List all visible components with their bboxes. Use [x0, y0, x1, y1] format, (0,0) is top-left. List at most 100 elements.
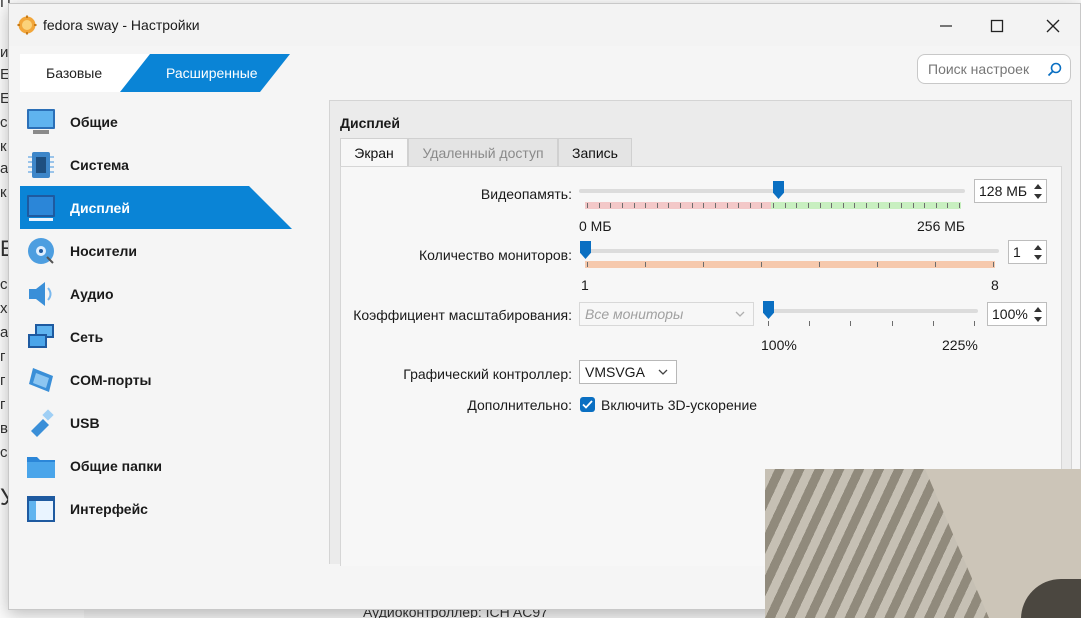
sidebar-item-interface[interactable]: Интерфейс — [20, 487, 292, 530]
video-memory-tick — [761, 203, 763, 208]
settings-search — [917, 54, 1071, 84]
sidebar-item-shared-folders[interactable]: Общие папки — [20, 444, 292, 487]
scale-factor-max-label: 225% — [942, 337, 978, 353]
enable-3d-checkbox[interactable] — [580, 397, 595, 412]
spin-arrows[interactable] — [1031, 242, 1045, 262]
video-memory-tick — [866, 203, 867, 208]
minimize-button[interactable] — [926, 12, 966, 40]
chevron-up-icon — [1034, 244, 1042, 250]
scale-factor-min-label: 100% — [761, 337, 797, 353]
sidebar-item-system[interactable]: Система — [20, 143, 292, 186]
scale-factor-value: 100% — [992, 306, 1028, 322]
sidebar-item-label: Дисплей — [70, 199, 130, 216]
monitors-tick — [587, 262, 588, 267]
video-memory-tick — [587, 203, 588, 208]
video-memory-tick — [668, 203, 670, 208]
sidebar-item-label: Интерфейс — [70, 500, 148, 517]
video-memory-tick — [726, 203, 728, 208]
video-memory-tick — [749, 203, 751, 208]
scale-factor-slider-handle[interactable] — [763, 301, 774, 319]
monitors-slider[interactable] — [585, 249, 999, 253]
monitors-max-label: 8 — [991, 277, 999, 293]
mode-switch: Базовые Расширенные — [20, 54, 290, 92]
video-memory-slider[interactable] — [579, 189, 965, 193]
sidebar-item-com-ports[interactable]: COM-порты — [20, 358, 292, 401]
video-memory-value: 128 МБ — [979, 183, 1028, 199]
video-memory-tick — [598, 203, 600, 208]
video-memory-tick — [680, 203, 681, 208]
titlebar: fedora sway - Настройки — [9, 4, 1080, 46]
monitors-tick — [935, 262, 936, 267]
window-title: fedora sway - Настройки — [43, 17, 200, 33]
sidebar-item-general[interactable]: Общие — [20, 100, 292, 143]
sidebar-item-audio[interactable]: Аудио — [20, 272, 292, 315]
video-memory-tick — [912, 203, 914, 208]
search-input[interactable] — [928, 60, 1046, 78]
video-memory-tick — [947, 203, 949, 208]
scale-factor-spinbox[interactable]: 100% — [987, 302, 1047, 326]
chevron-down-icon — [1034, 254, 1042, 260]
chevron-up-icon — [1034, 183, 1042, 189]
monitors-min-label: 1 — [581, 277, 589, 293]
search-icon[interactable] — [1047, 62, 1062, 77]
video-memory-tick — [621, 203, 623, 208]
enable-3d-label[interactable]: Включить 3D-ускорение — [601, 397, 757, 413]
scale-monitor-select[interactable]: Все мониторы — [579, 302, 754, 326]
tab-screen[interactable]: Экран — [340, 138, 408, 167]
video-memory-tick — [935, 203, 937, 208]
chevron-down-icon — [735, 311, 745, 317]
monitors-tick — [703, 262, 704, 267]
sidebar-item-display[interactable]: Дисплей — [20, 186, 292, 229]
usb-icon — [31, 409, 54, 437]
maximize-button[interactable] — [977, 12, 1017, 40]
mode-advanced-tab[interactable]: Расширенные — [120, 54, 290, 92]
monitors-tick — [761, 262, 762, 267]
video-memory-tick — [831, 203, 833, 208]
sidebar-item-label: Сеть — [70, 328, 104, 345]
tab-remote-access[interactable]: Удаленный доступ — [408, 138, 558, 166]
monitor-general-icon — [27, 109, 55, 134]
scale-factor-tick — [932, 321, 934, 326]
monitors-slider-handle[interactable] — [580, 241, 591, 259]
sidebar-item-storage[interactable]: Носители — [20, 229, 292, 272]
video-memory-label: Видеопамять: — [480, 186, 572, 202]
speaker-icon — [29, 282, 52, 306]
disk-icon — [28, 238, 54, 264]
video-memory-tick — [924, 203, 926, 208]
sidebar-item-network[interactable]: Сеть — [20, 315, 292, 358]
scale-factor-tick — [809, 321, 811, 326]
close-icon — [1046, 19, 1060, 33]
chevron-up-icon — [1034, 306, 1042, 312]
video-memory-slider-handle[interactable] — [773, 181, 784, 199]
sidebar-item-label: USB — [70, 414, 100, 431]
tab-recording[interactable]: Запись — [558, 138, 632, 166]
scale-factor-tick — [768, 321, 769, 326]
monitors-value: 1 — [1013, 244, 1021, 260]
monitors-spinbox[interactable]: 1 — [1008, 240, 1047, 264]
window-interface-icon — [27, 496, 55, 522]
graphics-controller-select[interactable]: VMSVGA — [579, 360, 677, 384]
sidebar: Общие Система Дисплей Носители Аудио Сет… — [20, 100, 292, 530]
scale-factor-slider[interactable] — [768, 309, 978, 313]
video-memory-tick — [703, 203, 705, 208]
video-memory-tick — [959, 203, 960, 208]
network-icon — [28, 324, 54, 348]
spin-arrows[interactable] — [1031, 304, 1045, 324]
monitors-tick — [877, 262, 878, 267]
serial-port-icon — [29, 368, 53, 392]
sidebar-item-label: Общие папки — [70, 457, 162, 474]
graphics-controller-value: VMSVGA — [585, 364, 645, 380]
spin-arrows[interactable] — [1031, 181, 1045, 201]
video-memory-tick — [656, 203, 658, 208]
video-memory-tick — [691, 203, 693, 208]
video-memory-tick — [889, 203, 891, 208]
close-button[interactable] — [1033, 12, 1073, 40]
monitors-label: Количество мониторов: — [419, 247, 572, 263]
chevron-down-icon — [1034, 316, 1042, 322]
chevron-down-icon — [658, 369, 668, 375]
video-memory-spinbox[interactable]: 128 МБ — [974, 179, 1047, 203]
chevron-down-icon — [1034, 193, 1042, 199]
gear-sun-icon — [17, 15, 37, 35]
sidebar-item-usb[interactable]: USB — [20, 401, 292, 444]
scale-factor-tick — [891, 321, 893, 326]
